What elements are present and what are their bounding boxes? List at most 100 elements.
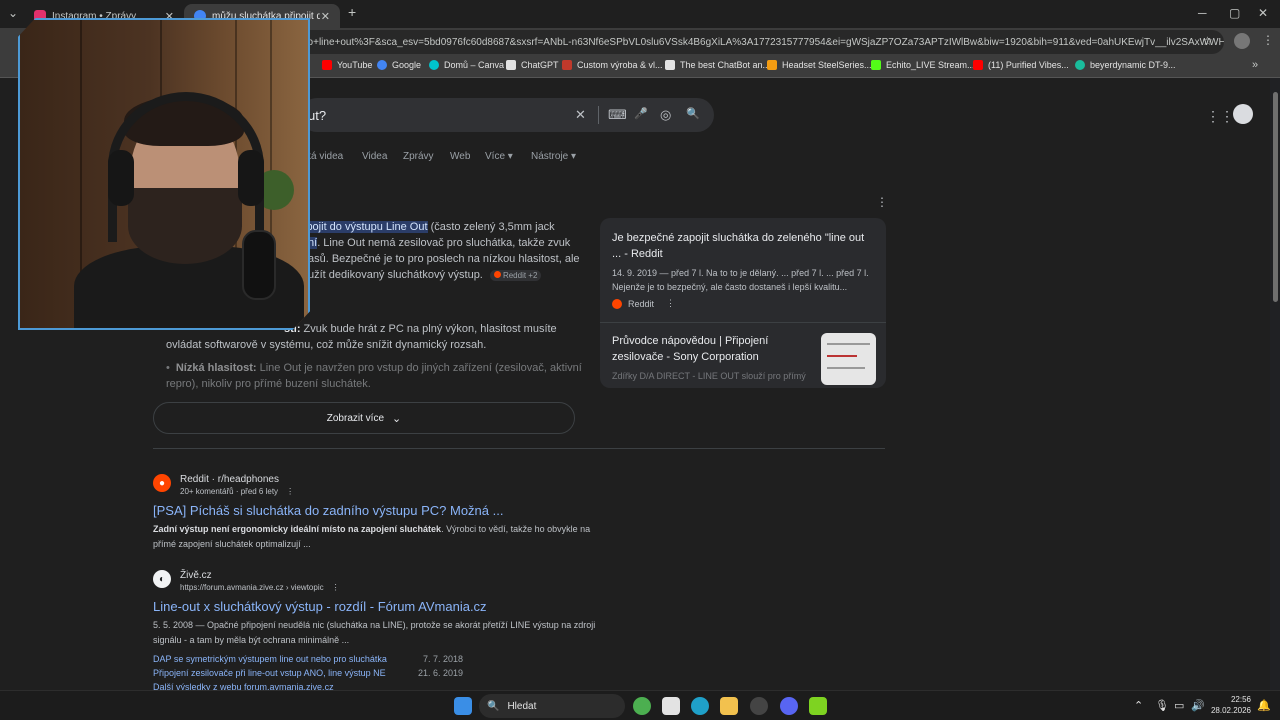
reddit-icon [493, 271, 501, 278]
bookmark-youtube[interactable]: YouTube [322, 60, 372, 70]
bookmark-chatgpt[interactable]: ChatGPT [506, 60, 559, 70]
filter-tools[interactable]: Nástroje ▾ [531, 151, 576, 162]
close-window-button[interactable]: ✕ [1258, 6, 1268, 20]
ai-text-line: (často zelený 3,5mm jack [427, 221, 555, 233]
result-title-link[interactable]: Line-out x sluchátkový výstup - rozdíl -… [153, 599, 613, 614]
source-card-title[interactable]: Je bezpečné zapojit sluchátka do zelenéh… [612, 230, 876, 262]
search-icon[interactable]: 🔍 [686, 107, 700, 120]
source-name: Reddit [628, 298, 655, 309]
explorer-icon[interactable] [720, 697, 738, 715]
scrollbar-thumb[interactable] [1273, 92, 1278, 302]
bookmark-purified[interactable]: (11) Purified Vibes... [973, 60, 1069, 70]
source-badge[interactable]: Reddit +2 [489, 270, 542, 281]
clock-date: 28.02.2026 [1210, 706, 1251, 715]
menu-icon[interactable]: ⋮ [1262, 33, 1274, 47]
site-header[interactable]: ● Reddit · r/headphones 20+ komentářů · … [153, 474, 613, 497]
sitelink-date: 21. 6. 2019 [417, 668, 463, 678]
source-card-title[interactable]: Průvodce nápovědou | Připojení zesilovač… [612, 333, 808, 365]
site-header[interactable]: ◐ Živě.cz https://forum.avmania.zive.cz … [153, 570, 613, 593]
shop-icon [562, 60, 572, 70]
apps-grid-icon[interactable]: ⋮⋮ [1206, 108, 1234, 125]
snippet-bold: Zadní výstup není ergonomicky ideální mí… [153, 524, 442, 534]
bullet-text: repro), nikoliv pro přímé buzení sluchát… [166, 378, 371, 390]
sitelink[interactable]: Další výsledky z webu forum.avmania.zive… [153, 680, 463, 690]
obs-icon[interactable] [750, 697, 768, 715]
result-title-link[interactable]: [PSA] Pícháš si sluchátka do zadního výs… [153, 503, 613, 518]
ai-text-line: užít dedikovaný sluchátkový výstup. [308, 269, 483, 281]
filter-web[interactable]: Web [450, 151, 470, 162]
notification-icon[interactable]: 🔔 [1257, 699, 1271, 712]
network-icon[interactable]: ▭ [1174, 699, 1184, 712]
site-url: 20+ komentářů · před 6 lety ⋮ [180, 486, 294, 497]
result-menu-icon[interactable]: ⋮ [332, 583, 340, 592]
divider [600, 322, 886, 323]
profile-avatar[interactable] [1234, 33, 1250, 49]
mic-icon[interactable]: 🎤 [634, 107, 648, 120]
minimize-button[interactable]: ─ [1198, 6, 1207, 20]
sitelink-text[interactable]: Další výsledky z webu forum.avmania.zive… [153, 680, 334, 690]
bookmark-star-icon[interactable]: ☆ [1202, 34, 1213, 48]
source-card-reddit[interactable]: Je bezpečné zapojit sluchátka do zelenéh… [612, 230, 876, 309]
page-scrollbar[interactable] [1270, 78, 1280, 690]
search-result-reddit: ● Reddit · r/headphones 20+ komentářů · … [153, 474, 613, 552]
divider [153, 448, 885, 449]
bf-icon[interactable] [809, 697, 827, 715]
address-bar[interactable]: do+line+out%3F&sca_esv=5bd0976fc60d8687&… [290, 30, 1224, 54]
close-icon[interactable]: ✕ [321, 10, 330, 23]
search-bar[interactable]: ut? ✕ ⌨ 🎤 ◎ 🔍 [300, 98, 714, 132]
bookmark-label: (11) Purified Vibes... [988, 60, 1069, 70]
zive-logo-icon: ◐ [153, 570, 171, 588]
edge-icon[interactable] [691, 697, 709, 715]
sitelink[interactable]: Připojení zesilovače při line-out vstup … [153, 666, 463, 680]
taskbar: 🔍 Hledat ⌃ 🎙 ▭ 🔊 22:56 28.02.2026 🔔 [0, 690, 1280, 720]
clock[interactable]: 22:56 28.02.2026 [1208, 694, 1251, 716]
chevron-up-icon[interactable]: ⌃ [1134, 699, 1143, 712]
bookmark-custom[interactable]: Custom výroba & vl... [562, 60, 663, 70]
filter-videos[interactable]: Videa [362, 151, 387, 162]
filter-short-videos[interactable]: ká videa [306, 151, 343, 162]
show-more-button[interactable]: Zobrazit více ⌄ [153, 402, 575, 434]
filter-news[interactable]: Zprávy [403, 151, 434, 162]
account-avatar[interactable] [1233, 104, 1253, 124]
new-tab-button[interactable]: + [348, 4, 356, 20]
discord-icon[interactable] [780, 697, 798, 715]
windows-start-icon[interactable] [454, 697, 472, 715]
bookmark-google[interactable]: Google [377, 60, 421, 70]
bookmark-label: Headset SteelSeries... [782, 60, 872, 70]
result-menu-icon[interactable]: ⋮ [286, 487, 294, 496]
source-menu-icon[interactable]: ⋮ [666, 298, 675, 309]
keyboard-icon[interactable]: ⌨ [608, 107, 627, 123]
mic-icon[interactable]: 🎙 [1155, 699, 1169, 712]
search-query[interactable]: ut? [308, 108, 326, 123]
show-more-label: Zobrazit více [326, 412, 385, 424]
sitelink-text[interactable]: Připojení zesilovače při line-out vstup … [153, 666, 386, 680]
clear-icon[interactable]: ✕ [575, 107, 586, 123]
site-url: https://forum.avmania.zive.cz › viewtopi… [180, 582, 340, 593]
bookmark-beyerdynamic[interactable]: beyerdynamic DT-9... [1075, 60, 1176, 70]
more-bookmarks-icon[interactable]: » [1252, 59, 1258, 71]
sitelink-text[interactable]: DAP se symetrickým výstupem line out neb… [153, 652, 387, 666]
sitelink[interactable]: DAP se symetrickým výstupem line out neb… [153, 652, 463, 666]
bookmark-chatbot[interactable]: The best ChatBot an... [665, 60, 770, 70]
taskbar-search[interactable]: 🔍 Hledat [479, 694, 625, 718]
tab-search-icon[interactable]: ⌄ [8, 6, 18, 20]
source-card-snippet: Zdířky D/A DIRECT - LINE OUT slouží pro … [612, 371, 806, 381]
maximize-button[interactable]: ▢ [1229, 6, 1240, 20]
bookmark-steelseries[interactable]: Headset SteelSeries... [767, 60, 872, 70]
ai-overview-menu-icon[interactable]: ⋮ [876, 195, 888, 209]
bookmark-label: YouTube [337, 60, 373, 70]
chrome-icon[interactable] [633, 697, 651, 715]
taskbar-search-label: Hledat [507, 700, 537, 712]
bookmark-canva[interactable]: Domů – Canva [429, 60, 504, 70]
lens-icon[interactable]: ◎ [660, 107, 671, 123]
store-icon[interactable] [662, 697, 680, 715]
sony-thumbnail-image[interactable] [821, 333, 876, 385]
ai-overview-text: ipojit do výstupu Line Out (často zelený… [304, 219, 594, 235]
filter-more[interactable]: Více ▾ [485, 151, 513, 162]
canva-icon [429, 60, 439, 70]
kick-icon [871, 60, 881, 70]
bullet-dot: • [166, 362, 170, 374]
bookmark-kick[interactable]: Echito_LIVE Stream... [871, 60, 975, 70]
source-card-sony[interactable]: Průvodce nápovědou | Připojení zesilovač… [612, 333, 808, 383]
volume-icon[interactable]: 🔊 [1191, 699, 1205, 712]
